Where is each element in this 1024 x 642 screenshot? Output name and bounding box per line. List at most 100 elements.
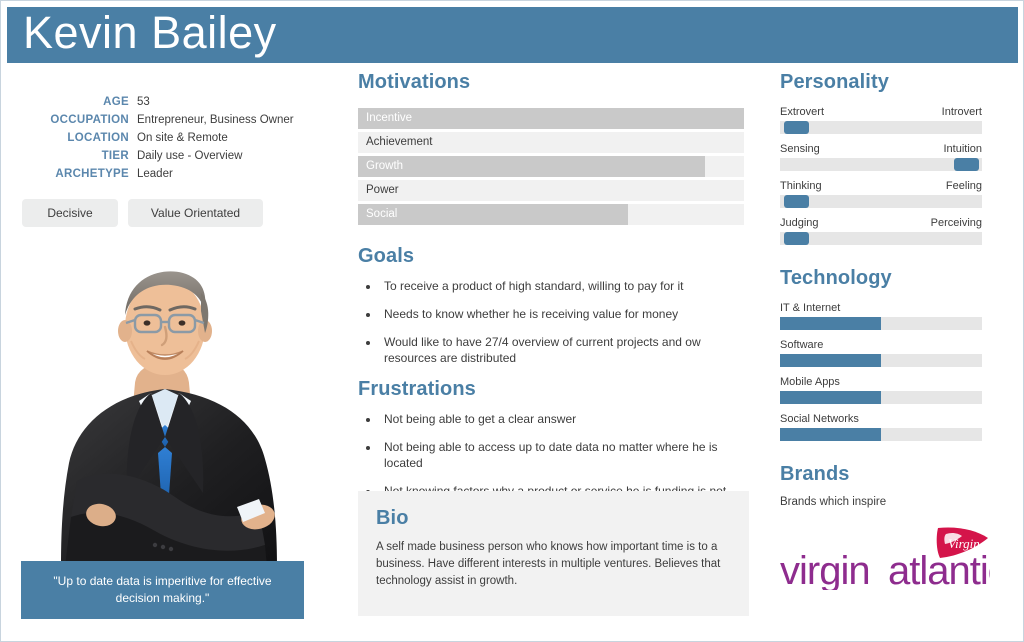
brands-section: Brands Brands which inspire Virgin virgi… xyxy=(780,463,1008,595)
technology-bar-fill xyxy=(780,354,881,367)
brands-title: Brands xyxy=(780,463,850,485)
technology-item-software: Software xyxy=(780,339,982,367)
motivation-label: Growth xyxy=(366,160,404,172)
slider-handle[interactable] xyxy=(784,195,810,208)
technology-label: IT & Internet xyxy=(780,302,841,314)
personality-item-thinking-feeling: Thinking Feeling xyxy=(780,180,982,208)
avatar xyxy=(15,249,315,567)
personality-labels: Sensing Intuition xyxy=(780,143,982,155)
frustrations-title: Frustrations xyxy=(358,378,476,400)
technology-title: Technology xyxy=(780,267,892,289)
personality-labels: Judging Perceiving xyxy=(780,217,982,229)
svg-text:virgin: virgin xyxy=(780,549,870,590)
personality-slider[interactable] xyxy=(780,195,982,208)
technology-track xyxy=(780,391,982,404)
personality-label-right: Intuition xyxy=(943,143,982,155)
personality-item-sensing-intuition: Sensing Intuition xyxy=(780,143,982,171)
table-row: TIER Daily use - Overview xyxy=(15,147,325,165)
virgin-atlantic-logo-icon: Virgin virgin atlantic xyxy=(780,527,1008,593)
motivation-bar-fill xyxy=(358,204,629,225)
motivation-bar-fill xyxy=(358,156,706,177)
technology-track xyxy=(780,354,982,367)
technology-item-mobile-apps: Mobile Apps xyxy=(780,376,982,404)
personality-label-left: Judging xyxy=(780,217,819,229)
motivations-title: Motivations xyxy=(358,71,471,93)
motivations-list: Incentive Achievement Growth Power Socia… xyxy=(358,108,744,225)
personality-label-right: Feeling xyxy=(945,180,982,192)
list-item: To receive a product of high standard, w… xyxy=(380,278,744,294)
personality-label-left: Sensing xyxy=(780,143,820,155)
technology-track xyxy=(780,317,982,330)
personality-item-judging-perceiving: Judging Perceiving xyxy=(780,217,982,245)
profile-facts-table: AGE 53 OCCUPATION Entrepreneur, Business… xyxy=(15,93,325,183)
slider-handle[interactable] xyxy=(784,121,810,134)
technology-item-social-networks: Social Networks xyxy=(780,413,982,441)
fact-label-age: AGE xyxy=(103,96,129,108)
motivation-row-social: Social xyxy=(358,204,744,225)
list-item: Would like to have 27/4 overview of curr… xyxy=(380,334,744,366)
personality-labels: Thinking Feeling xyxy=(780,180,982,192)
fact-value-archetype: Leader xyxy=(137,168,173,180)
motivation-label: Achievement xyxy=(366,136,433,148)
technology-bar-fill xyxy=(780,428,881,441)
technology-label: Mobile Apps xyxy=(780,376,840,388)
motivation-label: Power xyxy=(366,184,399,196)
personality-slider[interactable] xyxy=(780,232,982,245)
profile-column: AGE 53 OCCUPATION Entrepreneur, Business… xyxy=(15,71,325,227)
motivation-bar-fill xyxy=(358,180,660,201)
bio-title: Bio xyxy=(376,507,409,529)
personality-labels: Extrovert Introvert xyxy=(780,106,982,118)
technology-bar-fill xyxy=(780,391,881,404)
personality-label-right: Introvert xyxy=(941,106,982,118)
technology-track xyxy=(780,428,982,441)
bio-panel: Bio A self made business person who know… xyxy=(358,491,749,616)
personality-label-left: Extrovert xyxy=(780,106,825,118)
motivation-row-achievement: Achievement xyxy=(358,132,744,153)
portrait-photo-icon xyxy=(15,249,315,567)
technology-label: Social Networks xyxy=(780,413,859,425)
list-item: Needs to know whether he is receiving va… xyxy=(380,306,744,322)
slider-handle[interactable] xyxy=(953,158,979,171)
slider-handle[interactable] xyxy=(784,232,810,245)
virgin-atlantic-logo: Virgin virgin atlantic xyxy=(780,526,1008,595)
motivation-row-growth: Growth xyxy=(358,156,744,177)
technology-label: Software xyxy=(780,339,824,351)
personality-slider[interactable] xyxy=(780,158,982,171)
bio-text: A self made business person who knows ho… xyxy=(376,541,721,587)
table-row: ARCHETYPE Leader xyxy=(15,165,325,183)
fact-label-occupation: OCCUPATION xyxy=(50,114,129,126)
sidebar-column: Personality Extrovert Introvert Sensing … xyxy=(780,71,1008,595)
personality-label-left: Thinking xyxy=(780,180,822,192)
motivation-row-power: Power xyxy=(358,180,744,201)
personality-slider[interactable] xyxy=(780,121,982,134)
motivation-bar-fill xyxy=(358,108,744,129)
brands-subtitle: Brands which inspire xyxy=(780,496,887,508)
trait-tag-row: Decisive Value Orientated xyxy=(22,199,325,227)
personality-item-extrovert-introvert: Extrovert Introvert xyxy=(780,106,982,134)
technology-item-it-internet: IT & Internet xyxy=(780,302,982,330)
fact-label-archetype: ARCHETYPE xyxy=(55,168,129,180)
fact-value-location: On site & Remote xyxy=(137,132,228,144)
fact-label-location: LOCATION xyxy=(67,132,129,144)
goals-list: To receive a product of high standard, w… xyxy=(358,278,744,366)
trait-tag-value-orientated[interactable]: Value Orientated xyxy=(128,199,263,227)
fact-value-tier: Daily use - Overview xyxy=(137,150,243,162)
header-bar: Kevin Bailey xyxy=(7,7,1018,63)
goals-section: Goals To receive a product of high stand… xyxy=(358,245,744,366)
motivation-label: Social xyxy=(366,208,398,220)
motivation-row-incentive: Incentive xyxy=(358,108,744,129)
quote-box: "Up to date data is imperitive for effec… xyxy=(21,561,304,619)
technology-section: Technology IT & Internet Software Mobile… xyxy=(780,267,982,441)
personality-title: Personality xyxy=(780,71,889,93)
technology-list: IT & Internet Software Mobile Apps Socia… xyxy=(780,302,982,441)
personality-list: Extrovert Introvert Sensing Intuition Th… xyxy=(780,106,982,245)
personality-label-right: Perceiving xyxy=(930,217,982,229)
fact-value-age: 53 xyxy=(137,96,150,108)
list-item: Not being able to get a clear answer xyxy=(380,411,744,427)
main-column: Motivations Incentive Achievement Growth… xyxy=(358,71,744,527)
trait-tag-decisive[interactable]: Decisive xyxy=(22,199,118,227)
table-row: OCCUPATION Entrepreneur, Business Owner xyxy=(15,111,325,129)
list-item: Not being able to access up to date data… xyxy=(380,439,744,471)
table-row: AGE 53 xyxy=(15,93,325,111)
svg-text:atlantic: atlantic xyxy=(888,549,990,590)
